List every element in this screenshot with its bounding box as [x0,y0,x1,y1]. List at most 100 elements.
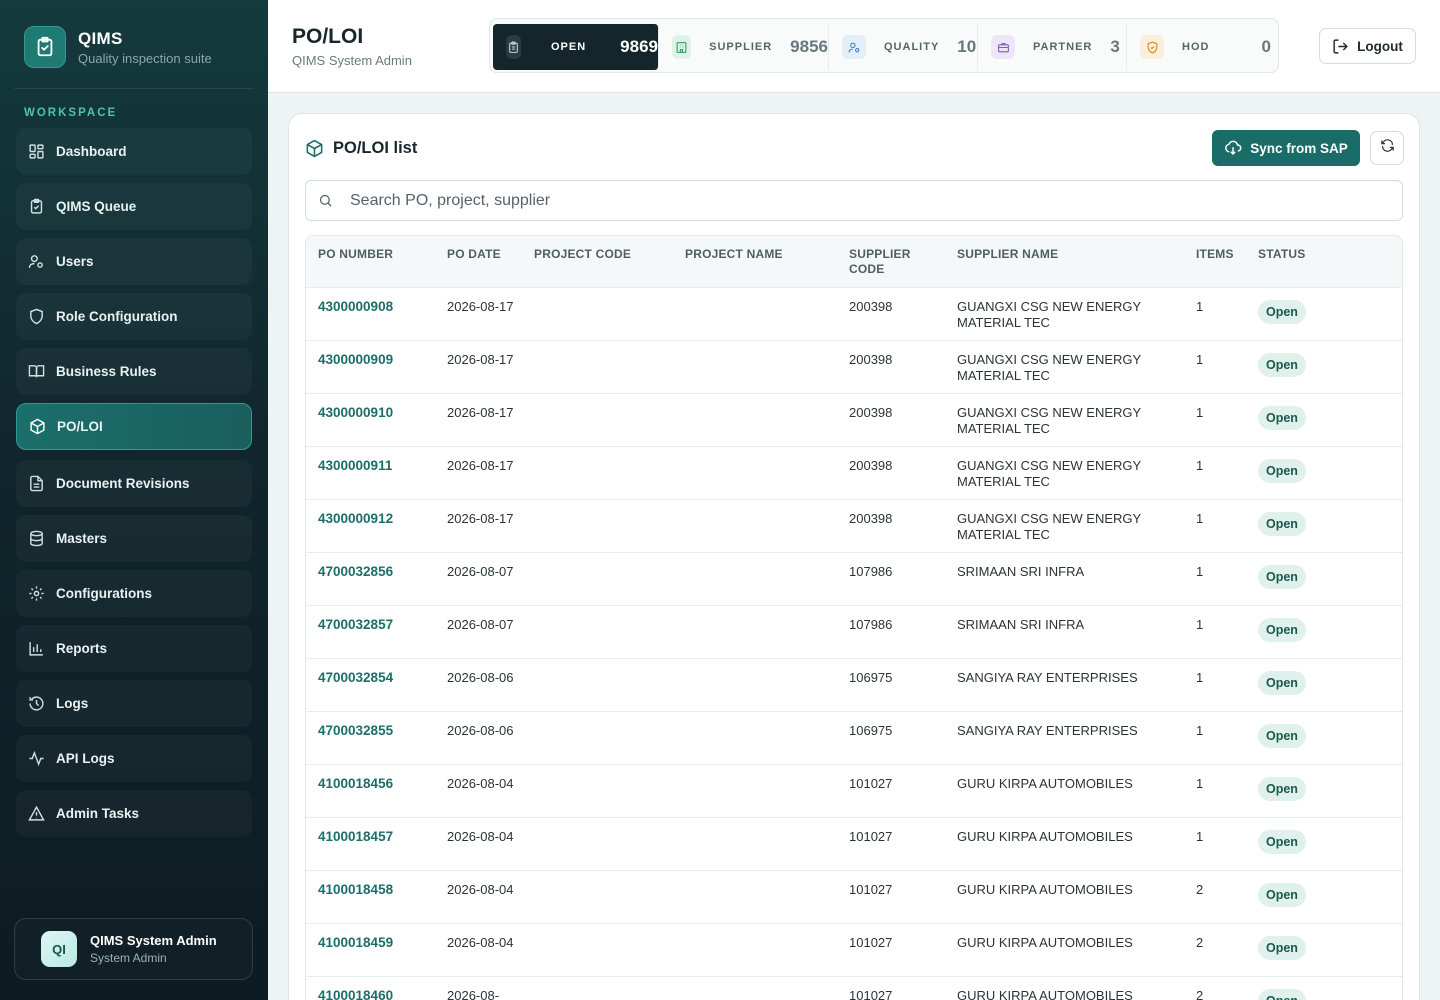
table-row[interactable]: 4300000910 2026-08-17 200398 GUANGXI CSG NE… [306,392,1402,446]
table-row[interactable]: 4700032855 2026-08-06 106975 SANGIYA RAY EN… [306,710,1402,764]
table-row[interactable]: 4300000908 2026-08-17 200398 GUANGXI CSG NE… [306,286,1402,340]
status-cell: Open [1246,551,1402,605]
po-number-link[interactable]: 4300000910 [306,392,435,446]
po-number-link[interactable]: 4300000909 [306,339,435,393]
po-number-link[interactable]: 4100018456 [306,763,435,817]
po-number-link[interactable]: 4700032855 [306,710,435,764]
po-number-link[interactable]: 4300000908 [306,286,435,340]
brand-name: QIMS [78,28,123,48]
sidebar-item-qims-queue[interactable]: QIMS Queue [16,183,252,230]
user-card[interactable]: QI QIMS System Admin System Admin [14,918,253,980]
column-header[interactable]: PO NUMBER [306,236,435,287]
shield-check-icon [1140,35,1164,59]
tab-partner[interactable]: PARTNER 3 [978,24,1127,70]
brand[interactable]: QIMS Quality inspection suite [24,26,212,68]
status-cell: Open [1246,657,1402,711]
po-date: 2026-08-17 [435,498,522,552]
status-badge: Open [1258,511,1306,536]
document-icon [27,475,45,493]
table-row[interactable]: 4700032856 2026-08-07 107986 SRIMAAN SRI IN… [306,551,1402,605]
po-date: 2026-08-17 [435,286,522,340]
table-row[interactable]: 4100018460 2026-08- 101027 GURU KIRPA AUTOM… [306,975,1402,1000]
column-header[interactable]: SUPPLIER NAME [945,236,1184,287]
table-row[interactable]: 4100018459 2026-08-04 101027 GURU KIRPA AUT… [306,922,1402,976]
table-row[interactable]: 4100018456 2026-08-04 101027 GURU KIRPA AUT… [306,763,1402,817]
sidebar-item-admin-tasks[interactable]: Admin Tasks [16,790,252,837]
clipboard-icon [27,198,45,216]
tab-count: 9856 [790,37,828,56]
shield-icon [27,308,45,326]
po-number-link[interactable]: 4300000911 [306,445,435,499]
status-badge: Open [1258,299,1306,324]
po-number-link[interactable]: 4100018458 [306,869,435,923]
table-row[interactable]: 4700032857 2026-08-07 107986 SRIMAAN SRI IN… [306,604,1402,658]
project-code [522,657,673,711]
table-row[interactable]: 4100018458 2026-08-04 101027 GURU KIRPA AUT… [306,869,1402,923]
sidebar-item-label: Business Rules [56,364,157,379]
sidebar-item-api-logs[interactable]: API Logs [16,735,252,782]
po-number-link[interactable]: 4700032856 [306,551,435,605]
table-row[interactable]: 4700032854 2026-08-06 106975 SANGIYA RAY EN… [306,657,1402,711]
logout-button[interactable]: Logout [1319,28,1416,64]
items-count: 1 [1184,445,1246,499]
table-row[interactable]: 4100018457 2026-08-04 101027 GURU KIRPA AUT… [306,816,1402,870]
sidebar-item-po-loi[interactable]: PO/LOI [16,403,252,450]
sidebar-item-role-configuration[interactable]: Role Configuration [16,293,252,340]
sidebar-item-users[interactable]: Users [16,238,252,285]
project-name [673,922,837,976]
sidebar-item-document-revisions[interactable]: Document Revisions [16,460,252,507]
status-badge: Open [1258,564,1306,589]
tab-quality[interactable]: QUALITY 10 [829,24,978,70]
column-header[interactable]: STATUS [1246,236,1402,287]
logout-label: Logout [1357,38,1403,54]
status-cell: Open [1246,869,1402,923]
tab-hod[interactable]: HOD 0 [1127,24,1278,70]
po-number-link[interactable]: 4700032857 [306,604,435,658]
card-title: PO/LOI list [305,139,417,158]
sync-from-sap-button[interactable]: Sync from SAP [1212,130,1360,166]
status-badge: Open [1258,882,1306,907]
search-icon [318,193,333,208]
supplier-name: GUANGXI CSG NEW ENERGY MATERIAL TEC [945,445,1184,499]
user-role: System Admin [90,951,167,965]
status-badge: Open [1258,988,1306,1000]
project-name [673,551,837,605]
po-number-link[interactable]: 4100018459 [306,922,435,976]
sidebar-item-reports[interactable]: Reports [16,625,252,672]
po-number-link[interactable]: 4300000912 [306,498,435,552]
table-row[interactable]: 4300000911 2026-08-17 200398 GUANGXI CSG NE… [306,445,1402,499]
project-code [522,392,673,446]
items-count: 2 [1184,922,1246,976]
sidebar-item-business-rules[interactable]: Business Rules [16,348,252,395]
sidebar-item-dashboard[interactable]: Dashboard [16,128,252,175]
tab-open[interactable]: OPEN 9869 [493,24,659,70]
column-header[interactable]: PROJECT NAME [673,236,837,287]
tab-label: QUALITY [884,41,940,53]
project-code [522,551,673,605]
status-cell: Open [1246,339,1402,393]
column-header[interactable]: PO DATE [435,236,522,287]
table-row[interactable]: 4300000912 2026-08-17 200398 GUANGXI CSG NE… [306,498,1402,552]
refresh-button[interactable] [1370,131,1404,165]
column-header[interactable]: ITEMS [1184,236,1246,287]
tab-label: PARTNER [1033,41,1093,53]
items-count: 1 [1184,604,1246,658]
sidebar-nav: Dashboard QIMS Queue Users Role Configur… [16,128,252,845]
sidebar-item-masters[interactable]: Masters [16,515,252,562]
tab-supplier[interactable]: SUPPLIER 9856 [659,24,829,70]
po-number-link[interactable]: 4100018457 [306,816,435,870]
status-badge: Open [1258,935,1306,960]
po-number-link[interactable]: 4100018460 [306,975,435,1000]
column-header[interactable]: PROJECT CODE [522,236,673,287]
sidebar-item-logs[interactable]: Logs [16,680,252,727]
project-name [673,604,837,658]
sidebar-item-configurations[interactable]: Configurations [16,570,252,617]
logout-icon [1332,38,1349,55]
column-header[interactable]: SUPPLIER CODE [837,236,945,287]
items-count: 1 [1184,657,1246,711]
search-input[interactable] [350,191,1350,210]
status-cell: Open [1246,710,1402,764]
table-row[interactable]: 4300000909 2026-08-17 200398 GUANGXI CSG NE… [306,339,1402,393]
po-number-link[interactable]: 4700032854 [306,657,435,711]
avatar: QI [41,931,77,967]
